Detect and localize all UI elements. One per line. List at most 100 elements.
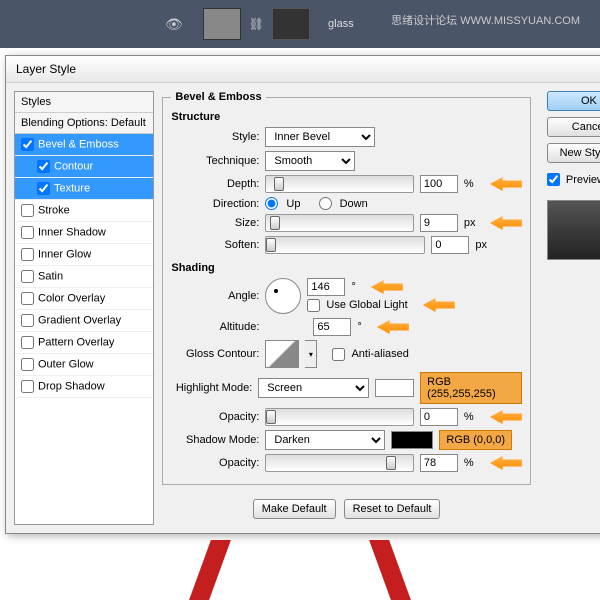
visibility-icon[interactable]: 👁 xyxy=(165,16,183,33)
altitude-label: Altitude: xyxy=(171,321,259,333)
bevel-checkbox[interactable] xyxy=(21,138,34,151)
style-select[interactable]: Inner Bevel xyxy=(265,127,375,147)
pattern-overlay-checkbox[interactable] xyxy=(21,336,34,349)
shadow-rgb-tag: RGB (0,0,0) xyxy=(439,430,512,450)
sidebar-color-overlay[interactable]: Color Overlay xyxy=(15,288,153,310)
direction-up-radio[interactable] xyxy=(265,197,278,210)
soften-slider[interactable] xyxy=(265,236,425,254)
gradient-overlay-checkbox[interactable] xyxy=(21,314,34,327)
global-light-label: Use Global Light xyxy=(326,299,407,311)
arrow-icon xyxy=(490,216,522,230)
antialias-checkbox[interactable] xyxy=(332,348,345,361)
link-icon: ⛓ xyxy=(249,17,264,31)
gloss-label: Gloss Contour: xyxy=(171,348,259,360)
shadow-mode-select[interactable]: Darken xyxy=(265,430,385,450)
s-opacity-input[interactable] xyxy=(420,454,458,472)
arrow-icon xyxy=(490,177,522,191)
layer-thumbnail[interactable] xyxy=(203,8,241,40)
h-opacity-input[interactable] xyxy=(420,408,458,426)
direction-label: Direction: xyxy=(171,198,259,210)
s-opacity-slider[interactable] xyxy=(265,454,413,472)
mask-thumbnail[interactable] xyxy=(272,8,310,40)
altitude-input[interactable] xyxy=(313,318,351,336)
sidebar-inner-glow[interactable]: Inner Glow xyxy=(15,244,153,266)
highlight-mode-label: Highlight Mode: xyxy=(171,382,252,394)
soften-input[interactable] xyxy=(431,236,469,254)
gradient-overlay-label: Gradient Overlay xyxy=(38,314,121,326)
contour-checkbox[interactable] xyxy=(37,160,50,173)
highlight-color-swatch[interactable] xyxy=(375,379,414,397)
shading-heading: Shading xyxy=(171,262,521,274)
ok-button[interactable]: OK xyxy=(547,91,600,111)
up-label: Up xyxy=(286,198,300,210)
size-slider[interactable] xyxy=(265,214,413,232)
satin-checkbox[interactable] xyxy=(21,270,34,283)
cancel-button[interactable]: Cancel xyxy=(547,117,600,137)
antialias-label: Anti-aliased xyxy=(351,348,408,360)
s-opacity-label: Opacity: xyxy=(171,457,259,469)
sidebar-contour[interactable]: Contour xyxy=(15,156,153,178)
sidebar-texture[interactable]: Texture xyxy=(15,178,153,200)
sidebar-inner-shadow[interactable]: Inner Shadow xyxy=(15,222,153,244)
color-overlay-checkbox[interactable] xyxy=(21,292,34,305)
arrow-icon xyxy=(377,320,409,334)
deg-unit: ° xyxy=(351,281,355,293)
preview-label: Preview xyxy=(566,174,600,186)
angle-input[interactable] xyxy=(307,278,345,296)
sidebar-bevel[interactable]: Bevel & Emboss xyxy=(15,134,153,156)
down-label: Down xyxy=(340,198,368,210)
arrow-icon xyxy=(490,456,522,470)
reset-default-button[interactable]: Reset to Default xyxy=(344,499,441,519)
dialog-buttons: OK Cancel New Style... Preview xyxy=(547,91,600,525)
sidebar-blending[interactable]: Blending Options: Default xyxy=(15,113,153,134)
sidebar-drop-shadow[interactable]: Drop Shadow xyxy=(15,376,153,398)
background-artwork xyxy=(200,540,400,600)
size-input[interactable] xyxy=(420,214,458,232)
highlight-mode-select[interactable]: Screen xyxy=(258,378,369,398)
stroke-checkbox[interactable] xyxy=(21,204,34,217)
sidebar-satin[interactable]: Satin xyxy=(15,266,153,288)
inner-shadow-checkbox[interactable] xyxy=(21,226,34,239)
arrow-icon xyxy=(371,280,403,294)
size-unit: px xyxy=(464,217,484,229)
direction-down-radio[interactable] xyxy=(319,197,332,210)
pattern-overlay-label: Pattern Overlay xyxy=(38,336,114,348)
shadow-color-swatch[interactable] xyxy=(391,431,433,449)
settings-panel: Bevel & Emboss Structure Style:Inner Bev… xyxy=(162,91,538,525)
drop-shadow-label: Drop Shadow xyxy=(38,380,105,392)
inner-shadow-label: Inner Shadow xyxy=(38,226,106,238)
texture-label: Texture xyxy=(54,182,90,194)
make-default-button[interactable]: Make Default xyxy=(253,499,336,519)
angle-dial[interactable] xyxy=(265,278,301,314)
sidebar-pattern-overlay[interactable]: Pattern Overlay xyxy=(15,332,153,354)
new-style-button[interactable]: New Style... xyxy=(547,143,600,163)
contour-label: Contour xyxy=(54,160,93,172)
inner-glow-checkbox[interactable] xyxy=(21,248,34,261)
gloss-contour-picker[interactable] xyxy=(265,340,299,368)
drop-shadow-checkbox[interactable] xyxy=(21,380,34,393)
depth-input[interactable] xyxy=(420,175,458,193)
arrow-icon xyxy=(490,410,522,424)
global-light-checkbox[interactable] xyxy=(307,299,320,312)
h-opacity-slider[interactable] xyxy=(265,408,413,426)
layer-style-dialog: Layer Style Styles Blending Options: Def… xyxy=(5,55,600,534)
preview-thumbnail xyxy=(547,200,600,260)
sidebar-styles[interactable]: Styles xyxy=(15,92,153,113)
shadow-mode-label: Shadow Mode: xyxy=(171,434,259,446)
bevel-legend: Bevel & Emboss xyxy=(171,91,265,103)
dialog-title: Layer Style xyxy=(6,56,600,83)
sidebar-gradient-overlay[interactable]: Gradient Overlay xyxy=(15,310,153,332)
preview-checkbox[interactable] xyxy=(547,173,560,186)
technique-select[interactable]: Smooth xyxy=(265,151,355,171)
texture-checkbox[interactable] xyxy=(37,182,50,195)
sidebar-stroke[interactable]: Stroke xyxy=(15,200,153,222)
effects-sidebar: Styles Blending Options: Default Bevel &… xyxy=(14,91,154,525)
outer-glow-checkbox[interactable] xyxy=(21,358,34,371)
h-opacity-unit: % xyxy=(464,411,484,423)
depth-slider[interactable] xyxy=(265,175,413,193)
soften-label: Soften: xyxy=(171,239,259,251)
gloss-contour-dropdown[interactable]: ▾ xyxy=(305,340,317,368)
layer-name[interactable]: glass xyxy=(328,18,354,30)
s-opacity-unit: % xyxy=(464,457,484,469)
sidebar-outer-glow[interactable]: Outer Glow xyxy=(15,354,153,376)
